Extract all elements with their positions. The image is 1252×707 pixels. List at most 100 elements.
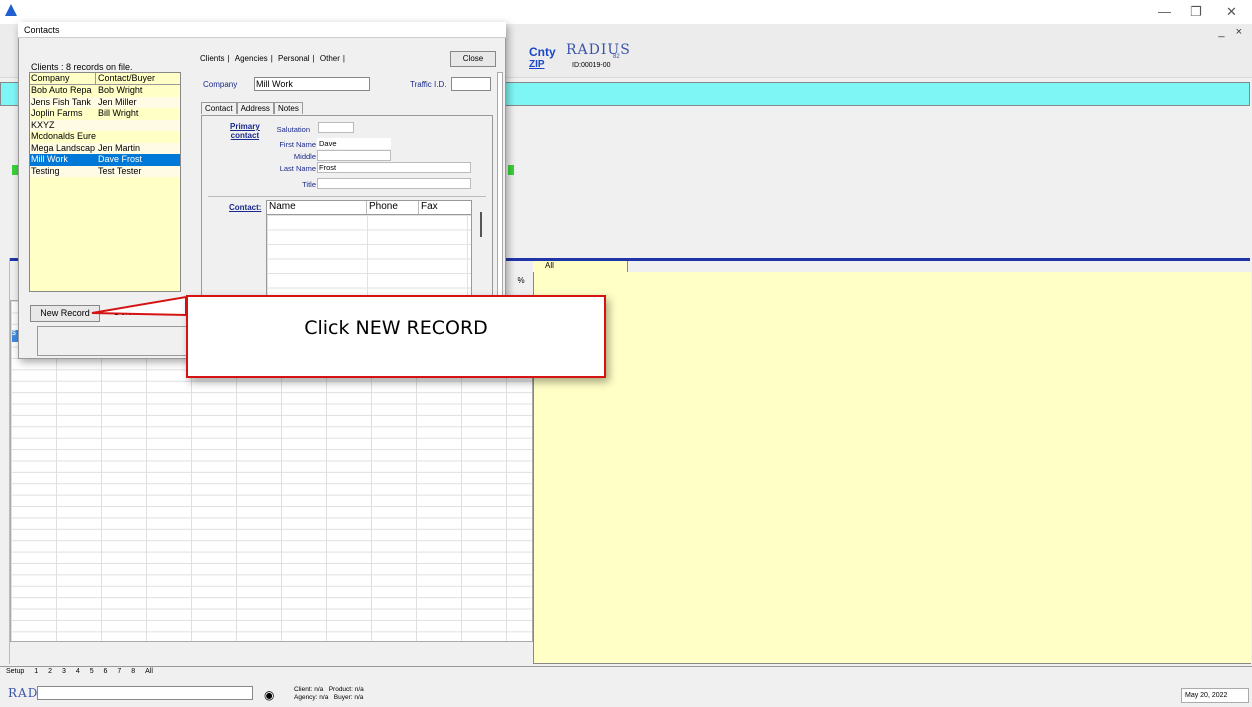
company-field[interactable]: Mill Work bbox=[254, 77, 370, 91]
tab-clients[interactable]: Clients bbox=[197, 54, 227, 63]
status-input[interactable] bbox=[37, 686, 253, 700]
client-company: Mill Work bbox=[31, 154, 68, 164]
company-label: Company bbox=[203, 80, 238, 89]
radius-logo-sub: 82 bbox=[613, 54, 620, 60]
client-list[interactable]: Company Contact/Buyer Bob Auto Repa Bob W… bbox=[29, 72, 181, 292]
title-field[interactable] bbox=[317, 178, 471, 189]
client-contact: Bob Wright bbox=[98, 85, 143, 95]
first-name-field[interactable]: Dave bbox=[317, 138, 391, 149]
client-contact: Jen Miller bbox=[98, 96, 137, 107]
client-contact: Bill Wright bbox=[98, 108, 139, 118]
tab-personal[interactable]: Personal bbox=[275, 54, 313, 63]
status-product: Product: n/a bbox=[328, 686, 364, 693]
traffic-id-field[interactable] bbox=[451, 77, 491, 91]
tab-5[interactable]: 5 bbox=[88, 667, 96, 676]
tab-4[interactable]: 4 bbox=[74, 667, 82, 676]
title-label: Title bbox=[302, 180, 316, 189]
callout-arrow bbox=[91, 295, 187, 317]
status-info: Client: n/a Product: n/a Agency: n/a Buy… bbox=[294, 686, 364, 702]
instruction-callout: Click NEW RECORD bbox=[186, 295, 606, 378]
client-contact: Test Tester bbox=[98, 165, 142, 176]
dialog-scrollbar[interactable] bbox=[497, 72, 503, 302]
primary-contact-text: Primary contact bbox=[230, 122, 260, 140]
salutation-field[interactable] bbox=[318, 122, 354, 133]
main-title-bar bbox=[0, 0, 1252, 24]
client-row[interactable]: Jens Fish Tank Jen Miller bbox=[30, 96, 180, 108]
status-buyer: Buyer: n/a bbox=[333, 694, 364, 701]
client-row[interactable]: Bob Auto Repa Bob Wright bbox=[30, 85, 180, 97]
tab-3[interactable]: 3 bbox=[60, 667, 68, 676]
tab-1[interactable]: 1 bbox=[32, 667, 40, 676]
record-id: ID:00019-00 bbox=[572, 62, 611, 69]
contact-grid-label[interactable]: Contact: bbox=[229, 203, 261, 212]
first-name-label: First Name bbox=[279, 140, 316, 149]
middle-field[interactable] bbox=[317, 150, 391, 161]
client-company: Bob Auto Repa bbox=[31, 85, 92, 95]
column-header-phone: Phone bbox=[367, 201, 419, 214]
client-list-header: Company Contact/Buyer bbox=[30, 73, 180, 85]
status-client: Client: n/a bbox=[294, 686, 324, 693]
client-row[interactable]: KXYZ bbox=[30, 119, 180, 132]
row-header-strip bbox=[0, 258, 10, 664]
tab-all-bottom[interactable]: All bbox=[143, 667, 155, 676]
client-contact bbox=[96, 131, 180, 143]
tab-6[interactable]: 6 bbox=[102, 667, 110, 676]
mdi-controls[interactable]: _ × bbox=[1218, 26, 1246, 38]
restore-icon[interactable]: ❐ bbox=[1190, 4, 1202, 20]
zip-button[interactable]: ZIP bbox=[529, 59, 545, 70]
contact-grid-scrollbar[interactable] bbox=[480, 212, 482, 237]
status-date: May 20, 2022 bbox=[1181, 688, 1249, 703]
section-divider bbox=[208, 196, 486, 197]
bottom-tab-bar: Setup 1 2 3 4 5 6 7 8 All bbox=[0, 666, 1252, 680]
close-button[interactable]: Close bbox=[450, 51, 496, 67]
detail-area bbox=[533, 272, 1251, 664]
client-company: Mega Landscap bbox=[31, 142, 96, 153]
search-icon[interactable]: ◉ bbox=[264, 688, 274, 702]
callout-text: Click NEW RECORD bbox=[304, 317, 488, 339]
salutation-label: Salutation bbox=[276, 125, 310, 134]
client-company: KXYZ bbox=[31, 119, 55, 130]
contact-grid-header: Name Phone Fax bbox=[267, 201, 471, 215]
column-header-contact[interactable]: Contact/Buyer bbox=[96, 73, 180, 84]
status-agency: Agency: n/a bbox=[294, 694, 329, 701]
minimize-icon[interactable]: — bbox=[1158, 4, 1171, 19]
close-window-icon[interactable]: ✕ bbox=[1226, 4, 1237, 20]
tab-agencies[interactable]: Agencies bbox=[232, 54, 271, 63]
middle-label: Middle bbox=[293, 152, 316, 161]
client-row[interactable]: Mcdonalds Eure bbox=[30, 131, 180, 143]
client-row[interactable]: Joplin Farms Bill Wright bbox=[30, 108, 180, 120]
radius-logo: RADIUS bbox=[566, 42, 631, 58]
client-company: Testing bbox=[31, 165, 60, 176]
tab-address[interactable]: Address bbox=[236, 102, 274, 114]
tab-other[interactable]: Other bbox=[317, 54, 343, 63]
last-name-field[interactable]: Frost bbox=[317, 162, 471, 173]
tab-contact[interactable]: Contact bbox=[201, 102, 237, 114]
column-header-name: Name bbox=[267, 201, 367, 214]
tab-8[interactable]: 8 bbox=[129, 667, 137, 676]
last-name-label: Last Name bbox=[279, 164, 316, 173]
cnty-button[interactable]: Cnty bbox=[529, 46, 556, 58]
contact-grid-body[interactable] bbox=[267, 215, 471, 300]
contact-grid[interactable]: Name Phone Fax bbox=[266, 200, 472, 300]
client-row[interactable]: Mega Landscap Jen Martin bbox=[30, 142, 180, 154]
client-contact: Dave Frost bbox=[98, 154, 143, 164]
clients-count: Clients : 8 records on file. bbox=[31, 62, 133, 72]
primary-contact-link[interactable]: Primary contact bbox=[230, 122, 260, 140]
client-contact bbox=[96, 120, 180, 132]
client-company: Mcdonalds Eure bbox=[31, 131, 96, 141]
app-icon bbox=[4, 3, 18, 17]
status-indicator bbox=[508, 165, 514, 175]
client-tabs: Clients | Agencies | Personal | Other | bbox=[197, 54, 345, 63]
client-company: Joplin Farms bbox=[31, 108, 83, 118]
client-company: Jens Fish Tank bbox=[31, 96, 91, 107]
tab-notes[interactable]: Notes bbox=[273, 102, 303, 114]
client-row[interactable]: Mill Work Dave Frost bbox=[30, 154, 180, 166]
tab-7[interactable]: 7 bbox=[115, 667, 123, 676]
column-header-company[interactable]: Company bbox=[30, 73, 96, 84]
tab-2[interactable]: 2 bbox=[46, 667, 54, 676]
client-contact: Jen Martin bbox=[98, 142, 141, 153]
contact-tabs: Contact Address Notes bbox=[201, 102, 303, 114]
client-row[interactable]: Testing Test Tester bbox=[30, 165, 180, 177]
tab-setup[interactable]: Setup bbox=[4, 667, 26, 676]
client-rows: Bob Auto Repa Bob Wright Jens Fish Tank Jen… bbox=[30, 85, 180, 177]
